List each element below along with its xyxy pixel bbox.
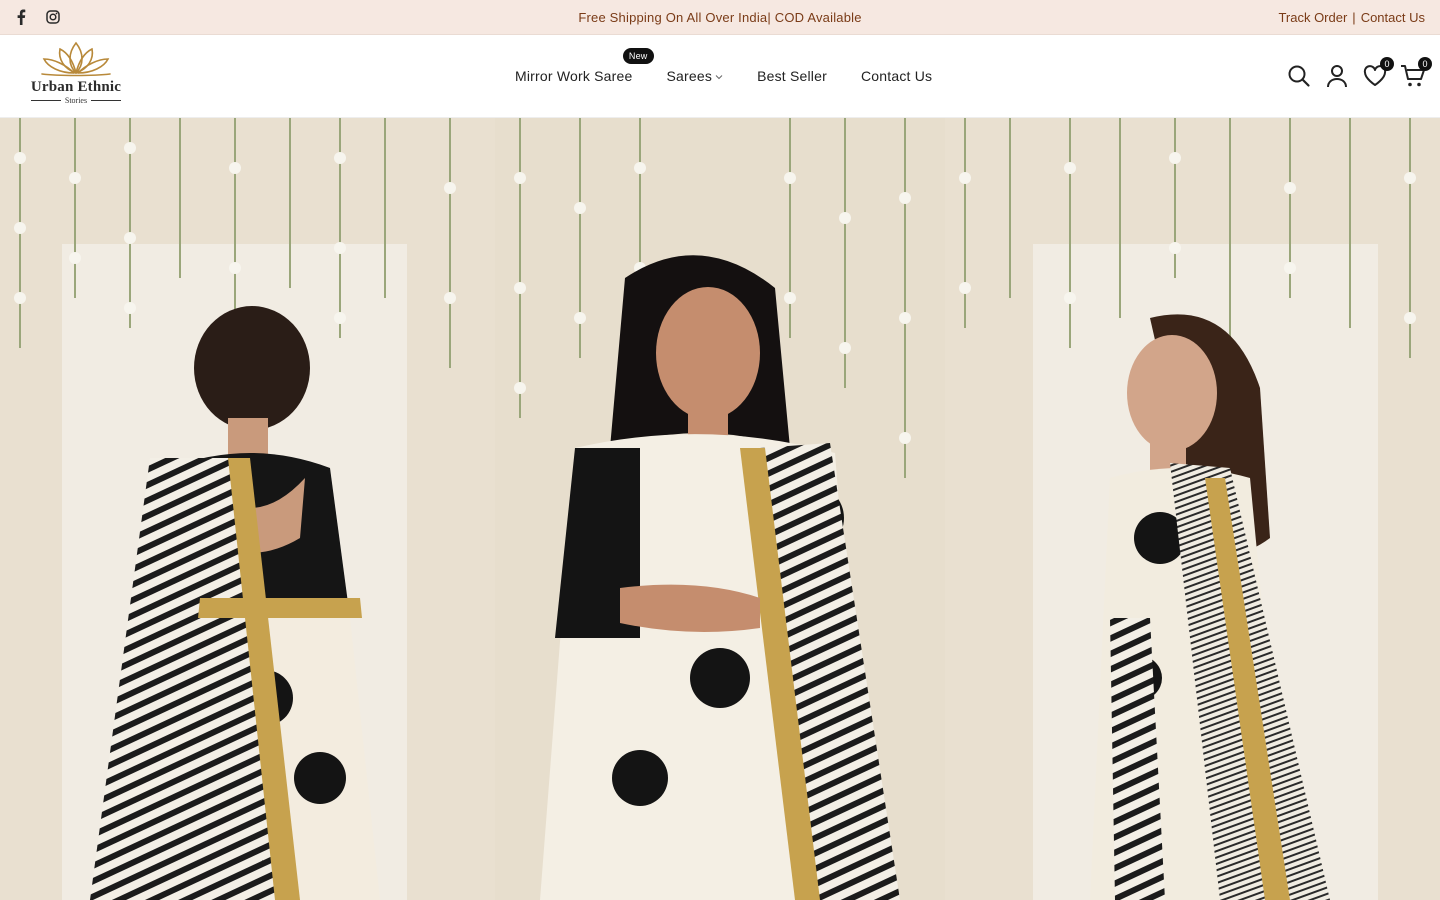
new-badge: New xyxy=(622,48,654,64)
nav-item-label: Best Seller xyxy=(757,68,827,84)
topbar-links: Track Order | Contact Us xyxy=(1278,0,1425,34)
cart-button[interactable]: 0 xyxy=(1400,57,1432,89)
nav-item-best-seller[interactable]: Best Seller xyxy=(740,68,844,84)
nav-item-label: Sarees xyxy=(666,68,713,84)
logo-divider-right xyxy=(91,100,122,101)
announcement-bar: Free Shipping On All Over India| COD Ava… xyxy=(0,0,1440,35)
cart-count: 0 xyxy=(1418,57,1432,71)
site-logo[interactable]: Urban Ethnic Stories xyxy=(24,39,128,113)
logo-subtitle: Stories xyxy=(30,96,122,105)
logo-divider-left xyxy=(30,100,61,101)
instagram-icon[interactable] xyxy=(44,8,62,26)
site-header: Urban Ethnic Stories Mirror Work Saree N… xyxy=(0,35,1440,118)
hero-illustration xyxy=(0,118,1440,900)
user-icon[interactable] xyxy=(1324,63,1350,89)
social-links xyxy=(12,0,62,34)
track-order-link[interactable]: Track Order xyxy=(1278,10,1347,25)
nav-item-label: Contact Us xyxy=(860,68,933,84)
announcement-text: Free Shipping On All Over India| COD Ava… xyxy=(578,9,862,25)
lotus-logo-icon xyxy=(41,41,111,77)
facebook-icon[interactable] xyxy=(12,8,30,26)
wishlist-button[interactable]: 0 xyxy=(1362,57,1394,89)
hero-banner-image[interactable] xyxy=(0,118,1440,900)
nav-item-contact-us[interactable]: Contact Us xyxy=(844,68,949,84)
nav-item-sarees[interactable]: Sarees xyxy=(650,68,741,84)
nav-item-label: Mirror Work Saree xyxy=(515,68,633,84)
header-icons: 0 0 xyxy=(1286,35,1432,117)
search-icon[interactable] xyxy=(1286,63,1312,89)
contact-us-link[interactable]: Contact Us xyxy=(1361,10,1425,25)
topbar-separator: | xyxy=(1352,9,1356,25)
logo-brand-text: Urban Ethnic xyxy=(30,79,122,95)
logo-subtitle-text: Stories xyxy=(64,96,88,105)
main-nav: Mirror Work Saree New Sarees Best Seller… xyxy=(498,35,949,117)
wishlist-count: 0 xyxy=(1380,57,1394,71)
chevron-down-icon xyxy=(715,72,723,82)
nav-item-mirror-work-saree[interactable]: Mirror Work Saree New xyxy=(498,48,654,84)
